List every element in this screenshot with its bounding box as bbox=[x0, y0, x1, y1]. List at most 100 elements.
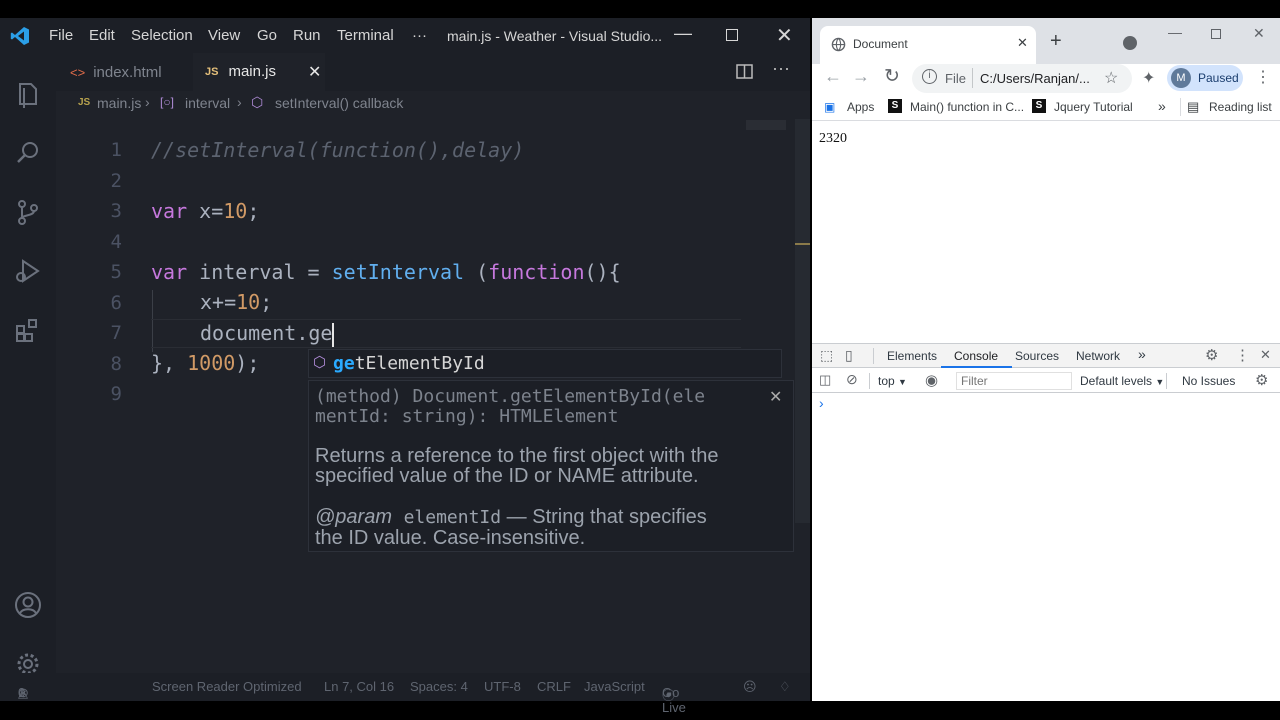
signature-line: (method) Document.getElementById(ele bbox=[315, 386, 706, 407]
param-tag: @param bbox=[315, 506, 392, 528]
screen-reader-status[interactable]: Screen Reader Optimized bbox=[152, 679, 302, 694]
extensions-puzzle-icon[interactable]: ✦ bbox=[1142, 68, 1155, 88]
console-settings-gear-icon[interactable]: ⚙ bbox=[1255, 371, 1268, 389]
suggestion-rest: tElementById bbox=[354, 353, 485, 374]
menu-file[interactable]: File bbox=[49, 27, 73, 44]
console-output[interactable]: › bbox=[812, 393, 1280, 701]
console-filter-input[interactable] bbox=[956, 372, 1072, 390]
issues-button[interactable]: No Issues bbox=[1182, 374, 1235, 388]
split-editor-icon[interactable] bbox=[736, 64, 753, 79]
run-debug-icon[interactable] bbox=[14, 257, 42, 285]
close-window-icon[interactable]: ✕ bbox=[776, 23, 793, 48]
signature-line: mentId: string): HTMLElement bbox=[315, 406, 619, 427]
info-icon[interactable]: i bbox=[922, 69, 937, 84]
menu-terminal[interactable]: Terminal bbox=[337, 27, 394, 44]
clear-console-icon[interactable]: ⊘ bbox=[846, 371, 858, 388]
accounts-icon[interactable] bbox=[14, 591, 42, 619]
number-literal: 10 bbox=[223, 199, 248, 223]
suggestion-widget[interactable]: ⬡ getElementById bbox=[308, 349, 782, 378]
devtools-menu-icon[interactable]: ⋮ bbox=[1235, 346, 1250, 364]
cursor-position[interactable]: Ln 7, Col 16 bbox=[324, 679, 394, 694]
menu-selection[interactable]: Selection bbox=[131, 27, 193, 44]
menu-more[interactable]: ··· bbox=[412, 27, 427, 44]
tab-search-icon[interactable] bbox=[1123, 36, 1137, 50]
feedback-icon[interactable]: ☹ bbox=[743, 679, 757, 695]
live-expression-eye-icon[interactable]: ◉ bbox=[925, 371, 938, 389]
code-line-6[interactable]: x+=10; bbox=[200, 290, 272, 314]
bookmark-star-icon[interactable]: ☆ bbox=[1104, 68, 1118, 88]
devtools-tab-sources[interactable]: Sources bbox=[1015, 349, 1059, 363]
notifications-bell-icon[interactable]: ♢ bbox=[779, 679, 791, 695]
maximize-icon[interactable] bbox=[1211, 29, 1221, 39]
maximize-icon[interactable] bbox=[726, 29, 738, 41]
code-line-8[interactable]: }, 1000); bbox=[151, 351, 259, 375]
more-tabs-icon[interactable]: » bbox=[1138, 346, 1146, 362]
menu-view[interactable]: View bbox=[208, 27, 240, 44]
bookmark-main-function[interactable]: Main() function in C... bbox=[910, 100, 1024, 114]
breadcrumb-file[interactable]: main.js bbox=[97, 95, 141, 111]
page-output-text: 2320 bbox=[819, 131, 847, 146]
chrome-menu-icon[interactable]: ⋮ bbox=[1255, 67, 1271, 87]
forward-arrow-icon[interactable]: → bbox=[852, 66, 870, 87]
code-line-7[interactable]: document.ge bbox=[200, 321, 335, 347]
more-bookmarks-icon[interactable]: » bbox=[1158, 98, 1166, 114]
menu-go[interactable]: Go bbox=[257, 27, 277, 44]
menu-edit[interactable]: Edit bbox=[89, 27, 115, 44]
line-number: 7 bbox=[110, 322, 122, 344]
search-icon[interactable] bbox=[14, 139, 42, 167]
tab-main-js[interactable]: JS main.js ✕ bbox=[193, 53, 325, 91]
profile-button[interactable]: M Paused bbox=[1167, 65, 1243, 91]
code-line-1[interactable]: //setInterval(function(),delay) bbox=[151, 138, 524, 162]
reading-list-button[interactable]: Reading list bbox=[1209, 100, 1272, 114]
reload-icon[interactable]: ↻ bbox=[884, 65, 900, 88]
bookmark-apps[interactable]: Apps bbox=[847, 100, 874, 114]
device-toolbar-icon[interactable]: ▯ bbox=[845, 347, 853, 364]
indentation-status[interactable]: Spaces: 4 bbox=[410, 679, 468, 694]
back-arrow-icon[interactable]: ← bbox=[824, 66, 842, 87]
bookmark-jquery-tutorial[interactable]: Jquery Tutorial bbox=[1054, 100, 1133, 114]
language-mode[interactable]: JavaScript bbox=[584, 679, 645, 694]
menu-run[interactable]: Run bbox=[293, 27, 321, 44]
minimize-icon[interactable]: — bbox=[674, 23, 692, 44]
address-bar[interactable]: i File C:/Users/Ranjan/... bbox=[912, 64, 1132, 93]
minimap[interactable] bbox=[746, 120, 786, 130]
tab-index-html[interactable]: <> index.html bbox=[56, 53, 193, 91]
source-control-icon[interactable] bbox=[14, 198, 42, 226]
go-live-label: Go Live bbox=[662, 685, 686, 715]
minimize-icon[interactable]: — bbox=[1168, 24, 1182, 40]
log-levels-dropdown[interactable]: Default levels ▼ bbox=[1080, 374, 1164, 388]
console-prompt-icon[interactable]: › bbox=[819, 395, 824, 411]
context-selector[interactable]: top ▼ bbox=[878, 374, 907, 388]
devtools-tab-elements[interactable]: Elements bbox=[887, 349, 937, 363]
new-tab-icon[interactable]: + bbox=[1050, 30, 1062, 53]
close-tab-icon[interactable]: ✕ bbox=[1017, 35, 1028, 51]
close-devtools-icon[interactable]: ✕ bbox=[1260, 347, 1271, 363]
code-line-5[interactable]: var interval = setInterval (function(){ bbox=[151, 260, 621, 284]
encoding-status[interactable]: UTF-8 bbox=[484, 679, 521, 694]
code-line-3[interactable]: var x=10; bbox=[151, 199, 259, 223]
divider bbox=[972, 68, 973, 88]
breadcrumb-symbol-callback[interactable]: setInterval() callback bbox=[275, 95, 403, 111]
vertical-scrollbar[interactable] bbox=[795, 119, 810, 523]
extensions-icon[interactable] bbox=[14, 316, 42, 344]
chevron-right-icon: › bbox=[237, 94, 242, 110]
devtools-tab-console[interactable]: Console bbox=[954, 349, 998, 363]
show-sidebar-icon[interactable]: ◫ bbox=[819, 372, 831, 388]
close-window-icon[interactable]: ✕ bbox=[1253, 25, 1265, 42]
explorer-icon[interactable] bbox=[14, 80, 42, 108]
more-actions-icon[interactable]: ··· bbox=[772, 58, 790, 79]
close-tab-icon[interactable]: ✕ bbox=[308, 62, 321, 82]
inspect-element-icon[interactable]: ⬚ bbox=[820, 347, 833, 364]
line-number: 5 bbox=[110, 261, 122, 283]
breadcrumb-symbol-interval[interactable]: interval bbox=[185, 95, 230, 111]
reading-list-icon: ▤ bbox=[1187, 99, 1200, 114]
suggestion-item-getelementbyid[interactable]: getElementById bbox=[333, 353, 485, 374]
eol-status[interactable]: CRLF bbox=[537, 679, 571, 694]
browser-tab-document[interactable]: Document ✕ bbox=[820, 26, 1036, 64]
scroll-marker bbox=[795, 243, 810, 245]
devtools-tab-network[interactable]: Network bbox=[1076, 349, 1120, 363]
devtools-settings-gear-icon[interactable]: ⚙ bbox=[1205, 346, 1218, 364]
url-text[interactable]: C:/Users/Ranjan/... bbox=[980, 71, 1090, 86]
close-details-icon[interactable]: ✕ bbox=[769, 387, 782, 407]
line-number: 2 bbox=[110, 170, 122, 192]
